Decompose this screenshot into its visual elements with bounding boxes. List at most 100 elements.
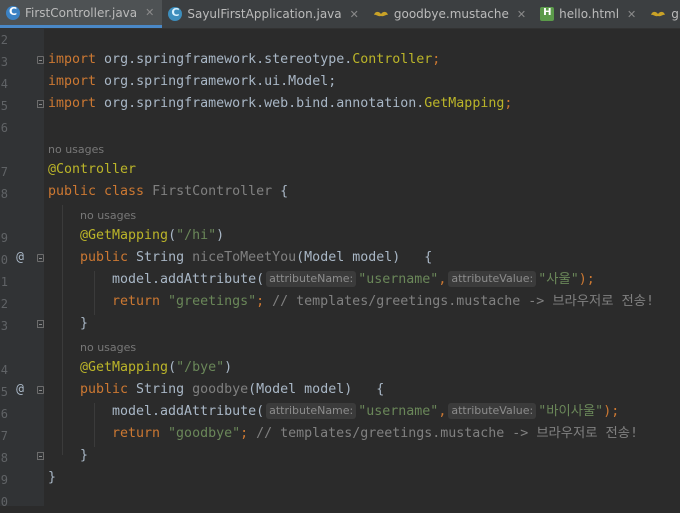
type: String xyxy=(136,250,193,265)
code-line: import org.springframework.ui.Model; xyxy=(48,71,336,93)
close-icon[interactable]: ✕ xyxy=(145,6,154,19)
code-line: } xyxy=(48,467,56,489)
param-name-hint: attributeValue: xyxy=(448,271,537,287)
tab-label: greetings.must xyxy=(671,7,680,21)
string-literal: "goodbye" xyxy=(168,426,241,441)
line-number: 3 xyxy=(0,319,8,333)
line-number: 2 xyxy=(0,297,8,311)
string-literal: "바이사울" xyxy=(538,404,604,419)
keyword: import xyxy=(48,74,97,89)
line-number: 4 xyxy=(0,77,8,91)
fold-marker-icon[interactable] xyxy=(37,452,44,460)
line-number: 0 xyxy=(0,253,8,267)
code-line: return "greetings"; // templates/greetin… xyxy=(112,291,654,313)
fold-marker-icon[interactable] xyxy=(37,56,44,64)
code-line: public class FirstController { xyxy=(48,181,288,203)
string-literal: "/bye" xyxy=(176,360,225,375)
line-number: 3 xyxy=(0,55,8,69)
semicolon: ; xyxy=(432,52,441,67)
type: String xyxy=(136,382,193,397)
code-line: @Controller xyxy=(48,159,136,181)
tab-label: FirstController.java xyxy=(25,5,138,20)
paren: ) xyxy=(216,228,225,243)
line-number: 7 xyxy=(0,429,8,443)
semicolon: ; xyxy=(256,294,265,309)
string-literal: "/hi" xyxy=(176,228,217,243)
line-number: 6 xyxy=(0,121,8,135)
code-line: public String niceToMeetYou(Model model)… xyxy=(80,247,432,269)
bean-method-gutter-icon[interactable]: @ xyxy=(14,379,26,401)
tab-label: hello.html xyxy=(559,7,620,21)
mustache-icon xyxy=(651,11,666,17)
fold-marker-icon[interactable] xyxy=(37,254,44,262)
line-number: 8 xyxy=(0,187,8,201)
editor-tab-bar: FirstController.java ✕ SayulFirstApplica… xyxy=(0,0,680,29)
usage-hint[interactable]: no usages xyxy=(80,205,136,227)
keyword: public class xyxy=(48,184,153,199)
semicolon: ; xyxy=(504,96,513,111)
tab-label: goodbye.mustache xyxy=(393,7,509,21)
method-call: model.addAttribute( xyxy=(112,404,265,419)
fold-marker-icon[interactable] xyxy=(37,320,44,328)
usage-hint[interactable]: no usages xyxy=(80,337,136,359)
line-number: 0 xyxy=(0,495,8,509)
tab-label: SayulFirstApplication.java xyxy=(187,7,342,21)
close-icon[interactable]: ✕ xyxy=(517,8,526,21)
string-literal: "username" xyxy=(358,272,439,287)
tab-goodbye-mustache[interactable]: goodbye.mustache ✕ xyxy=(367,0,534,28)
tab-first-controller[interactable]: FirstController.java ✕ xyxy=(0,0,163,28)
keyword: import xyxy=(48,96,97,111)
string-literal: "greetings" xyxy=(168,294,257,309)
line-number: 9 xyxy=(0,231,8,245)
line-number: 2 xyxy=(0,33,8,47)
comment: // templates/greetings.mustache -> 브라우저로… xyxy=(264,294,654,309)
param-name-hint: attributeName: xyxy=(266,271,357,287)
code-line: } xyxy=(80,313,88,335)
code-line: import org.springframework.stereotype.Co… xyxy=(48,49,440,71)
fold-marker-icon[interactable] xyxy=(37,386,44,394)
annotation: @GetMapping xyxy=(80,360,169,375)
code-area[interactable]: import org.springframework.stereotype.Co… xyxy=(48,29,680,506)
class-ref: Controller xyxy=(352,52,433,67)
paren: ( xyxy=(168,228,177,243)
mustache-icon xyxy=(373,11,388,17)
code-line: public String goodbye(Model model) { xyxy=(80,379,384,401)
line-number: 1 xyxy=(0,275,8,289)
brace: } xyxy=(80,448,89,463)
tab-hello-html[interactable]: hello.html ✕ xyxy=(534,0,644,28)
bean-method-gutter-icon[interactable]: @ xyxy=(14,247,26,269)
tab-greetings-mustache[interactable]: greetings.must xyxy=(644,0,680,28)
import-path: org.springframework.stereotype. xyxy=(96,52,353,67)
brace: { xyxy=(272,184,289,199)
usage-hint[interactable]: no usages xyxy=(48,139,104,161)
close-icon[interactable]: ✕ xyxy=(627,8,636,21)
method-signature: (Model model) { xyxy=(248,382,385,397)
code-line: model.addAttribute(attributeName: "userna… xyxy=(112,269,595,291)
import-path: org.springframework.ui.Model; xyxy=(96,74,337,89)
keyword: public xyxy=(80,250,137,265)
code-line: model.addAttribute(attributeName: "userna… xyxy=(112,401,619,423)
method-name: niceToMeetYou xyxy=(192,250,297,265)
brace: } xyxy=(48,470,57,485)
semicolon: ; xyxy=(240,426,249,441)
code-line: return "goodbye"; // templates/greetings… xyxy=(112,423,638,445)
code-editor[interactable]: 2 3 4 5 6 7 8 9 0 1 2 3 4 5 6 7 8 9 0 @ … xyxy=(0,29,680,509)
statement-end: ); xyxy=(578,272,595,287)
html-icon xyxy=(540,7,555,21)
indent-guide xyxy=(94,403,95,447)
close-icon[interactable]: ✕ xyxy=(350,8,359,21)
code-line: import org.springframework.web.bind.anno… xyxy=(48,93,512,115)
tab-sayul-first-application[interactable]: SayulFirstApplication.java ✕ xyxy=(162,0,367,28)
java-class-icon xyxy=(6,5,20,20)
code-line: @GetMapping("/hi") xyxy=(80,225,224,247)
line-number: 4 xyxy=(0,363,8,377)
code-line: } xyxy=(80,445,88,467)
paren: ( xyxy=(168,360,177,375)
indent-guide xyxy=(94,271,95,315)
fold-marker-icon[interactable] xyxy=(37,100,44,108)
comma: , xyxy=(438,404,447,419)
line-number: 9 xyxy=(0,473,8,487)
string-literal: "username" xyxy=(358,404,439,419)
line-number: 7 xyxy=(0,165,8,179)
method-signature: (Model model) { xyxy=(296,250,433,265)
